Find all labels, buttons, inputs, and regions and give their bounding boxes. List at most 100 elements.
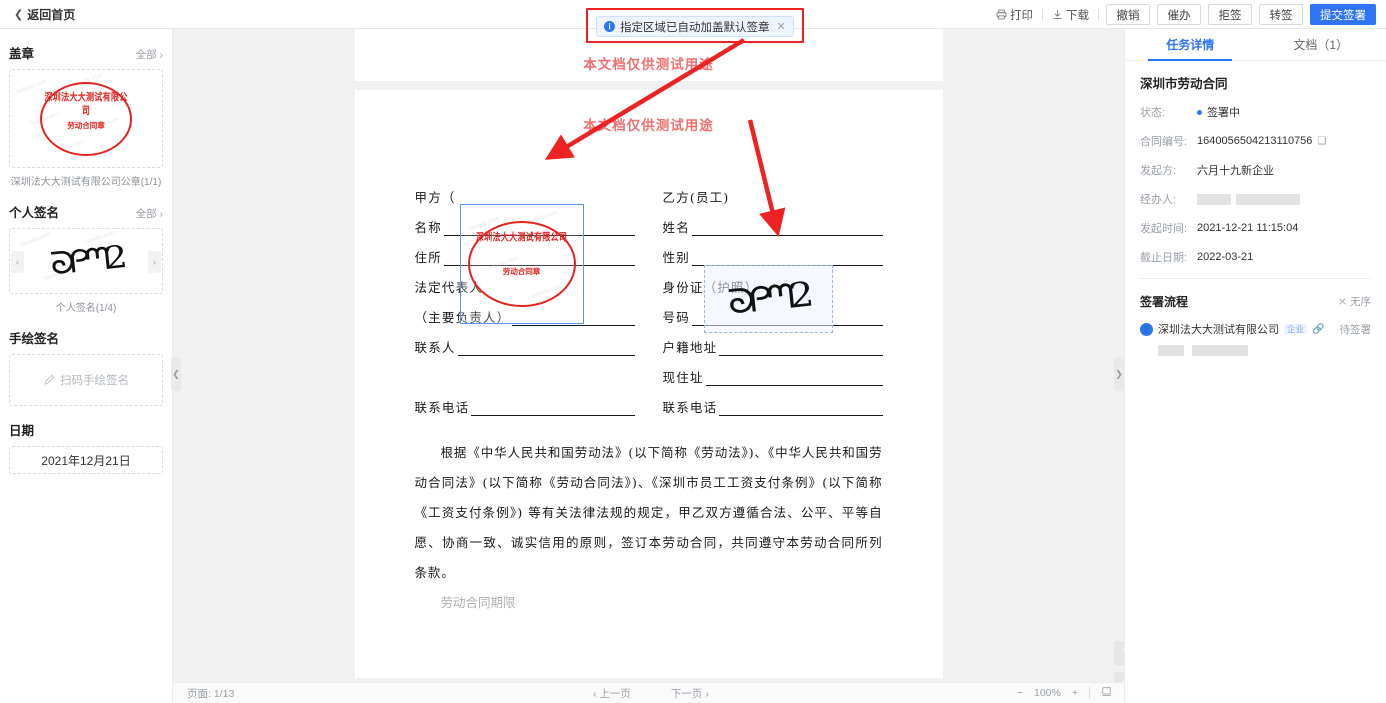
tab-task-detail[interactable]: 任务详情 bbox=[1125, 29, 1256, 61]
signer-status: 待签署 bbox=[1339, 323, 1372, 336]
link-icon[interactable]: 🔗 bbox=[1312, 324, 1324, 335]
signer-row[interactable]: 👤 深圳法大大测试有限公司 企业 🔗 待签署 bbox=[1140, 321, 1371, 337]
date-card[interactable]: 2021年12月21日 bbox=[9, 446, 163, 474]
seal-center-text: 劳动合同章 bbox=[502, 266, 541, 276]
page-watermark: 本文档仅供测试用途 bbox=[583, 118, 714, 134]
transfer-sign-button[interactable]: 转签 bbox=[1259, 4, 1303, 25]
field-line bbox=[705, 372, 883, 386]
handdrawn-section-header: 手绘签名 bbox=[9, 328, 163, 347]
urge-button[interactable]: 催办 bbox=[1157, 4, 1201, 25]
download-label: 下载 bbox=[1066, 9, 1089, 22]
locate-signature-button[interactable] bbox=[1114, 672, 1124, 682]
print-button[interactable]: 打印 bbox=[987, 7, 1042, 23]
collapse-right-panel-handle[interactable]: ❯ bbox=[1114, 357, 1124, 391]
viewer-float-buttons bbox=[1114, 641, 1124, 682]
target-icon bbox=[1121, 679, 1124, 682]
signer-type-badge: 企业 bbox=[1284, 323, 1308, 335]
field-label: 姓名 bbox=[662, 220, 690, 235]
detail-key: 截止日期: bbox=[1140, 252, 1188, 264]
scan-to-draw-signature-button[interactable]: 扫码手绘签名 bbox=[9, 354, 163, 406]
signature-next-button[interactable]: › bbox=[148, 251, 161, 273]
field-label: 联系电话 bbox=[662, 400, 718, 415]
handdrawn-placeholder: 扫码手绘签名 bbox=[60, 375, 129, 387]
field-label: 住所 bbox=[414, 250, 442, 265]
divider bbox=[1089, 687, 1090, 699]
zoom-level: 100% bbox=[1034, 687, 1061, 699]
prev-page-button[interactable]: ‹ 上一页 bbox=[593, 686, 631, 701]
field-row: 现住址 bbox=[663, 356, 883, 386]
field-label: 号码 bbox=[662, 310, 690, 325]
submit-sign-button[interactable]: 提交签署 bbox=[1310, 4, 1376, 25]
unordered-icon bbox=[1339, 298, 1346, 305]
seal-company-text: 深圳法大大测试有限公司 bbox=[44, 91, 128, 116]
task-detail-panel: 任务详情 文档（1） 深圳市劳动合同 状态: 签署中 合同编号: 1640056… bbox=[1124, 29, 1386, 703]
panel-body: 深圳市劳动合同 状态: 签署中 合同编号: 164005650421311075… bbox=[1125, 61, 1386, 361]
detail-row-start-time: 发起时间: 2021-12-21 11:15:04 bbox=[1140, 220, 1371, 236]
revoke-button[interactable]: 撤销 bbox=[1106, 4, 1150, 25]
sign-flow-header: 签署流程 无序 bbox=[1140, 293, 1371, 310]
signature-prev-button[interactable]: ‹ bbox=[11, 251, 24, 273]
company-seal-graphic: 深圳法大大测试有限公司 劳动合同章 bbox=[40, 81, 132, 156]
field-row: 甲方（ bbox=[415, 176, 635, 206]
viewer-bottom-bar: 页面: 1/13 ‹ 上一页 下一页 › − 100% + bbox=[173, 682, 1124, 703]
redacted-block bbox=[1197, 193, 1231, 205]
chevron-left-icon: ❮ bbox=[172, 368, 180, 379]
contract-title: 深圳市劳动合同 bbox=[1140, 77, 1228, 91]
personal-signature-section-header: 个人签名 全部 › bbox=[9, 202, 163, 221]
fit-screen-button[interactable] bbox=[1101, 686, 1112, 700]
deadline-value: 2022-03-21 bbox=[1197, 251, 1254, 263]
detail-row-status: 状态: 签署中 bbox=[1140, 104, 1371, 120]
sign-flow-order: 无序 bbox=[1338, 294, 1371, 309]
chevron-left-icon: ❮ bbox=[14, 8, 24, 21]
signing-workspace: ❮ 返回首页 打印 下载 撤销 催办 拒签 转签 提交签署 i 指定区域已自动加… bbox=[0, 0, 1386, 703]
status-badge: 签署中 bbox=[1207, 107, 1240, 119]
field-line bbox=[471, 402, 635, 416]
toast-message: 指定区域已自动加盖默认签章 bbox=[620, 21, 770, 34]
download-icon bbox=[1053, 10, 1062, 19]
detail-key: 合同编号: bbox=[1140, 136, 1188, 148]
personal-signature-view-all-link[interactable]: 全部 › bbox=[136, 206, 163, 221]
field-row: 姓名 bbox=[663, 206, 883, 236]
copy-icon[interactable]: ❏ bbox=[1317, 136, 1326, 147]
sign-flow-title: 签署流程 bbox=[1140, 295, 1189, 309]
next-page-button[interactable]: 下一页 › bbox=[671, 686, 709, 701]
seal-center-text: 劳动合同章 bbox=[67, 121, 105, 130]
printer-icon bbox=[996, 9, 1007, 20]
redacted-block bbox=[1158, 345, 1184, 356]
zoom-out-button[interactable]: − bbox=[1017, 687, 1023, 699]
personal-signature-caption: 个人签名(1/4) bbox=[55, 303, 117, 314]
scroll-to-top-button[interactable] bbox=[1114, 641, 1124, 665]
initiator-name: 六月十九新企业 bbox=[1197, 165, 1274, 177]
seal-card[interactable]: fadada.com fadada.com fadada.com fadada.… bbox=[9, 69, 163, 168]
page-label: 页面: bbox=[187, 687, 211, 700]
detail-key: 经办人: bbox=[1140, 194, 1177, 206]
redacted-block bbox=[1192, 345, 1249, 356]
page-indicator: 页面: 1/13 bbox=[187, 686, 234, 701]
download-button[interactable]: 下载 bbox=[1043, 7, 1098, 23]
seal-view-all-link[interactable]: 全部 › bbox=[136, 47, 163, 62]
zoom-in-button[interactable]: + bbox=[1072, 687, 1078, 699]
close-icon[interactable]: ✕ bbox=[777, 20, 786, 33]
back-to-home-button[interactable]: ❮ 返回首页 bbox=[14, 6, 75, 23]
placed-signature-field[interactable]: ᘐᑭᘉ2 bbox=[703, 265, 833, 333]
placed-seal-field[interactable]: fadada.com fadada.com fadada.com fadada.… bbox=[459, 204, 584, 324]
pencil-icon bbox=[44, 374, 55, 385]
seal-section-header: 盖章 全部 › bbox=[9, 43, 163, 62]
page-value: 1/13 bbox=[213, 687, 235, 700]
collapse-left-sidebar-handle[interactable]: ❮ bbox=[171, 357, 181, 391]
personal-signature-card[interactable]: fadada.com fadada.com fadada.com ‹ ᘐᑭᘉ2 … bbox=[9, 228, 163, 294]
detail-row-initiator: 发起方: 六月十九新企业 bbox=[1140, 162, 1371, 178]
company-seal-graphic: 深圳法大大测试有限公司 劳动合同章 bbox=[467, 221, 576, 307]
field-row: 联系电话 bbox=[415, 386, 635, 416]
signature-ink: ᘐᑭᘉ2 bbox=[48, 238, 124, 283]
field-row: 乙方(员工) bbox=[663, 176, 883, 206]
document-viewer[interactable]: 本文档仅供测试用途 本文档仅供测试用途 甲方（ 名称 住所 法定代表人 （主要负… bbox=[173, 29, 1124, 682]
reject-sign-button[interactable]: 拒签 bbox=[1208, 4, 1252, 25]
detail-key: 发起方: bbox=[1140, 165, 1177, 177]
tab-documents[interactable]: 文档（1） bbox=[1256, 29, 1386, 60]
stamp-sidebar: 盖章 全部 › fadada.com fadada.com fadada.com… bbox=[0, 29, 173, 703]
chevron-right-icon: ❯ bbox=[1115, 368, 1123, 379]
auto-seal-toast: i 指定区域已自动加盖默认签章 ✕ bbox=[596, 16, 794, 37]
document-page-1: 本文档仅供测试用途 甲方（ 名称 住所 法定代表人 （主要负责人） 联系人 联系… bbox=[354, 90, 943, 678]
field-line bbox=[691, 252, 883, 266]
